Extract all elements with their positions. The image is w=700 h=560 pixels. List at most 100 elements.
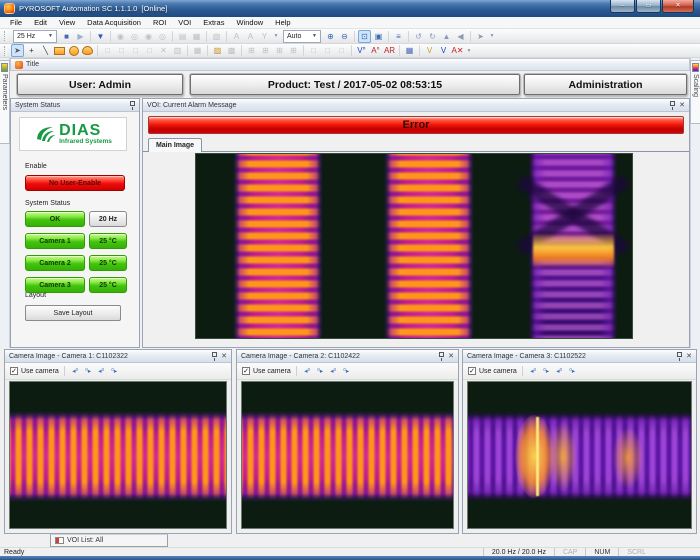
layout-list-icon[interactable]: ≡ bbox=[392, 30, 405, 43]
status-left-button[interactable]: Camera 1 bbox=[25, 233, 85, 249]
delete-roi-icon[interactable]: ✕ bbox=[157, 44, 170, 57]
move-roi-icon[interactable]: □ bbox=[143, 44, 156, 57]
separator[interactable] bbox=[351, 45, 352, 56]
separator[interactable] bbox=[399, 45, 400, 56]
camera-connect-icon[interactable]: ◂⁰ bbox=[70, 365, 81, 378]
camera-focus-near-icon[interactable]: ◂⁰ bbox=[328, 365, 339, 378]
separator[interactable] bbox=[207, 45, 208, 56]
draw-polygon-icon[interactable] bbox=[81, 44, 94, 57]
clear-roi-icon[interactable]: ▥ bbox=[171, 44, 184, 57]
pin-icon[interactable] bbox=[439, 352, 444, 357]
enable-status-button[interactable]: No User-Enable bbox=[25, 175, 125, 191]
menu-item[interactable]: Edit bbox=[28, 17, 53, 29]
separator[interactable] bbox=[419, 45, 420, 56]
menu-item[interactable]: File bbox=[4, 17, 28, 29]
pin-icon[interactable] bbox=[677, 352, 682, 357]
play-icon[interactable]: ▶ bbox=[74, 30, 87, 43]
copy-roi-icon[interactable]: □ bbox=[101, 44, 114, 57]
annotation-y-icon[interactable]: Y bbox=[258, 30, 271, 43]
menu-item[interactable]: Data Acquisition bbox=[81, 17, 147, 29]
tab-main-image[interactable]: Main Image bbox=[148, 138, 202, 152]
camera-focus-far-icon[interactable]: ⁰▸ bbox=[567, 365, 578, 378]
status-right-button[interactable]: 25 °C bbox=[89, 255, 127, 271]
minimize-button[interactable]: – bbox=[610, 0, 635, 13]
pin-icon[interactable] bbox=[670, 101, 675, 106]
draw-ellipse-icon[interactable] bbox=[67, 44, 80, 57]
draw-rectangle-icon[interactable] bbox=[53, 44, 66, 57]
close-icon[interactable]: ✕ bbox=[448, 353, 454, 360]
pointer-icon[interactable]: ➤ bbox=[474, 30, 487, 43]
toolbar-overflow-icon[interactable]: ▾ bbox=[465, 44, 473, 57]
separator[interactable] bbox=[226, 31, 227, 42]
alarm-delete-icon[interactable]: A✕ bbox=[451, 44, 464, 57]
status-left-button[interactable]: Camera 3 bbox=[25, 277, 85, 293]
order-back-icon[interactable]: □ bbox=[321, 44, 334, 57]
align-right-icon[interactable]: ⊞ bbox=[259, 44, 272, 57]
grid-icon[interactable]: ▦ bbox=[191, 44, 204, 57]
record-start-icon[interactable]: ◉ bbox=[114, 30, 127, 43]
close-icon[interactable]: ✕ bbox=[221, 353, 227, 360]
voi-list-tab[interactable]: VOI List: All bbox=[50, 534, 168, 547]
frequency-combobox[interactable]: 25 Hz▼ bbox=[13, 30, 57, 43]
user-button[interactable]: User: Admin bbox=[17, 74, 183, 95]
save-image-icon[interactable]: ▤ bbox=[176, 30, 189, 43]
separator[interactable] bbox=[303, 45, 304, 56]
separator[interactable] bbox=[110, 31, 111, 42]
status-right-button[interactable]: 25 °C bbox=[89, 233, 127, 249]
camera-disconnect-icon[interactable]: ⁰▸ bbox=[315, 365, 326, 378]
product-button[interactable]: Product: Test / 2017-05-02 08:53:15 bbox=[190, 74, 520, 95]
align-bottom-icon[interactable]: ⊞ bbox=[287, 44, 300, 57]
use-camera-checkbox[interactable]: ✓ bbox=[468, 367, 476, 375]
close-icon[interactable]: ✕ bbox=[686, 353, 692, 360]
voi-import-icon[interactable]: V bbox=[437, 44, 450, 57]
roi-lock-icon[interactable]: ▩ bbox=[225, 44, 238, 57]
separator[interactable] bbox=[97, 45, 98, 56]
duplicate-roi-icon[interactable]: □ bbox=[129, 44, 142, 57]
pin-icon[interactable] bbox=[212, 352, 217, 357]
menu-item[interactable]: Window bbox=[230, 17, 269, 29]
stop-icon[interactable]: ■ bbox=[60, 30, 73, 43]
status-right-button[interactable]: 25 °C bbox=[89, 277, 127, 293]
flip-horizontal-icon[interactable]: ▲ bbox=[440, 30, 453, 43]
pin-icon[interactable] bbox=[130, 101, 135, 106]
toolbar-grip[interactable] bbox=[4, 31, 7, 41]
align-top-icon[interactable]: ⊞ bbox=[273, 44, 286, 57]
separator[interactable] bbox=[241, 45, 242, 56]
scaling-tab[interactable]: Scaling bbox=[690, 60, 700, 124]
separator[interactable] bbox=[388, 31, 389, 42]
select-icon[interactable]: ➤ bbox=[11, 44, 24, 57]
draw-line-icon[interactable]: ╲ bbox=[39, 44, 52, 57]
snapshot-stop-icon[interactable]: ◎ bbox=[156, 30, 169, 43]
snapshot-start-icon[interactable]: ◉ bbox=[142, 30, 155, 43]
separator[interactable] bbox=[172, 31, 173, 42]
zoom-in-icon[interactable]: ⊕ bbox=[324, 30, 337, 43]
align-left-icon[interactable]: ⊞ bbox=[245, 44, 258, 57]
rotate-right-icon[interactable]: ↻ bbox=[426, 30, 439, 43]
voi-value-icon[interactable]: V° bbox=[355, 44, 368, 57]
zoom-out-icon[interactable]: ⊖ bbox=[338, 30, 351, 43]
administration-button[interactable]: Administration bbox=[524, 74, 687, 95]
voi-table-icon[interactable]: ▦ bbox=[403, 44, 416, 57]
camera-disconnect-icon[interactable]: ⁰▸ bbox=[541, 365, 552, 378]
parameters-tab[interactable]: Parameters bbox=[0, 60, 10, 144]
toolbar-grip[interactable] bbox=[4, 46, 7, 56]
order-front-icon[interactable]: □ bbox=[307, 44, 320, 57]
use-camera-checkbox[interactable]: ✓ bbox=[242, 367, 250, 375]
close-button[interactable]: ✕ bbox=[662, 0, 694, 13]
separator[interactable] bbox=[90, 31, 91, 42]
toolbar-overflow-icon[interactable]: ▾ bbox=[272, 30, 280, 43]
separator[interactable] bbox=[470, 31, 471, 42]
zoom-actual-icon[interactable]: ▣ bbox=[372, 30, 385, 43]
camera-disconnect-icon[interactable]: ⁰▸ bbox=[83, 365, 94, 378]
separator[interactable] bbox=[187, 45, 188, 56]
menu-item[interactable]: View bbox=[53, 17, 81, 29]
menu-item[interactable]: Extras bbox=[197, 17, 230, 29]
menu-item[interactable]: ROI bbox=[147, 17, 172, 29]
camera-connect-icon[interactable]: ◂⁰ bbox=[302, 365, 313, 378]
separator[interactable] bbox=[354, 31, 355, 42]
status-right-button[interactable]: 20 Hz bbox=[89, 211, 127, 227]
camera-connect-icon[interactable]: ◂⁰ bbox=[528, 365, 539, 378]
filter-icon[interactable]: ▼ bbox=[94, 30, 107, 43]
flip-vertical-icon[interactable]: ◀ bbox=[454, 30, 467, 43]
use-camera-checkbox[interactable]: ✓ bbox=[10, 367, 18, 375]
